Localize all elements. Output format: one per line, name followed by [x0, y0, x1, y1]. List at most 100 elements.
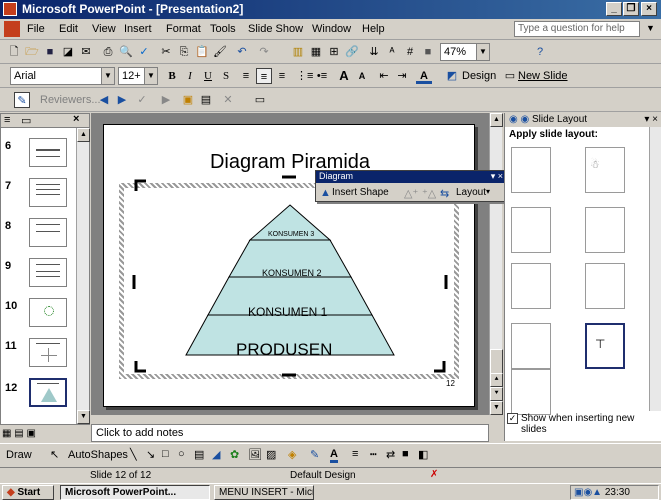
taskbar-powerpoint[interactable]: Microsoft PowerPoint... — [60, 485, 210, 500]
layout-button[interactable]: Layout — [456, 187, 486, 198]
layout-title-diagram-selected[interactable]: ⊤ — [585, 323, 625, 369]
notes-pane[interactable]: Click to add notes — [91, 424, 489, 442]
design-button[interactable]: Design — [462, 70, 496, 82]
bold-icon[interactable]: B — [164, 68, 180, 84]
3d-style-icon[interactable]: ◧ — [418, 448, 428, 461]
menu-slide-show[interactable]: Slide Show — [248, 23, 303, 35]
show-formatting-icon[interactable]: ᴬ — [384, 44, 400, 60]
slides-tab-icon[interactable]: ▭ — [21, 114, 31, 127]
text-box-icon[interactable]: ▤ — [194, 448, 204, 461]
undo-icon[interactable]: ↶ — [234, 44, 250, 60]
scroll-down-icon[interactable]: ▼ — [77, 410, 90, 424]
menu-help[interactable]: Help — [362, 23, 385, 35]
insert-chart-icon[interactable]: ▥ — [290, 44, 306, 60]
oval-icon[interactable]: ○ — [178, 448, 185, 460]
menu-edit[interactable]: Edit — [59, 23, 78, 35]
slide-thumbnail[interactable] — [29, 218, 67, 247]
thumbnail-scrollbar[interactable]: ▲ ▼ — [76, 128, 90, 424]
start-button[interactable]: ◆ Start — [2, 485, 54, 500]
editor-vertical-scrollbar[interactable]: ▲ ⯅ ⯆ ▼ — [489, 113, 503, 415]
pyramid-diagram[interactable] — [104, 125, 476, 408]
clipart-icon[interactable]: 🖼 — [248, 448, 262, 461]
next-slide-icon[interactable]: ⯆ — [490, 387, 503, 401]
expand-all-icon[interactable]: ⇊ — [366, 44, 382, 60]
show-markup-icon[interactable]: ✎ — [14, 92, 30, 108]
permission-icon[interactable]: ◪ — [60, 44, 76, 60]
slide-canvas[interactable]: Diagram Piramida KONSUMEN 3 KONSUMEN 2 K… — [103, 124, 475, 407]
task-pane-scrollbar[interactable] — [649, 127, 661, 411]
underline-icon[interactable]: U — [200, 68, 216, 84]
layout-media-text[interactable] — [585, 263, 625, 309]
outline-tab-icon[interactable]: ≡ — [4, 114, 10, 126]
fill-color-icon[interactable]: ◈ — [288, 448, 296, 461]
open-icon[interactable]: 🗁 — [24, 44, 40, 60]
email-icon[interactable]: ✉ — [78, 44, 94, 60]
menu-tools[interactable]: Tools — [210, 23, 236, 35]
line-style-icon[interactable]: ≡ — [352, 448, 358, 460]
arrow-style-icon[interactable]: ⇄ — [386, 448, 395, 461]
insert-shape-button[interactable]: Insert Shape — [332, 187, 389, 198]
move-shape-forward-icon[interactable]: ⁺△ — [422, 187, 436, 200]
spelling-icon[interactable]: ✓ — [136, 44, 152, 60]
color-grayscale-icon[interactable]: ■ — [420, 44, 436, 60]
shadow-icon[interactable]: S — [218, 68, 234, 84]
line-color-icon[interactable]: ✎ — [310, 448, 319, 461]
edit-comment-icon[interactable]: ▤ — [198, 92, 214, 108]
slide-thumbnail[interactable] — [29, 138, 67, 167]
align-left-icon[interactable]: ≡ — [238, 68, 254, 84]
restore-button[interactable]: ❐ — [623, 2, 639, 16]
increase-indent-icon[interactable]: ⇥ — [394, 68, 410, 84]
layout-clipart-text[interactable]: ☃ — [585, 147, 625, 193]
font-select[interactable]: Arial ▼ — [10, 67, 115, 85]
apply-icon[interactable]: ✓ — [134, 92, 150, 108]
italic-icon[interactable]: I — [182, 68, 198, 84]
slide-thumbnail[interactable] — [29, 338, 67, 367]
close-pane-icon[interactable]: × — [73, 113, 79, 125]
menu-format[interactable]: Format — [166, 23, 201, 35]
font-size-select[interactable]: 12+ ▼ — [118, 67, 158, 85]
delete-comment-icon[interactable]: ▶ — [158, 92, 174, 108]
normal-view-icon[interactable]: ▦ — [2, 428, 11, 439]
tables-borders-icon[interactable]: ⊞ — [326, 44, 342, 60]
new-slide-button[interactable]: New Slide — [518, 70, 568, 82]
slide-sorter-view-icon[interactable]: ▤ — [14, 428, 23, 439]
help-search-input[interactable]: Type a question for help — [514, 21, 640, 37]
picture-icon[interactable]: ▨ — [266, 448, 276, 461]
save-icon[interactable]: ■ — [42, 44, 58, 60]
decrease-font-size-icon[interactable]: A — [354, 68, 370, 84]
show-grid-icon[interactable]: # — [402, 44, 418, 60]
next-item-icon[interactable]: ▶ — [114, 92, 130, 108]
close-icon[interactable]: ▾ × — [644, 114, 658, 125]
slide-show-view-icon[interactable]: ▣ — [26, 428, 35, 439]
delete-icon[interactable]: ✕ — [220, 92, 236, 108]
design-icon[interactable]: ◩ — [444, 68, 460, 84]
paste-icon[interactable]: 📋 — [194, 44, 210, 60]
dash-style-icon[interactable]: ┅ — [370, 448, 377, 461]
print-icon[interactable]: ⎙ — [100, 44, 116, 60]
layout-title-chart[interactable] — [511, 369, 551, 415]
align-center-icon[interactable]: ≡ — [256, 68, 272, 84]
cut-icon[interactable]: ✂ — [158, 44, 174, 60]
layout-text-chart[interactable] — [511, 207, 551, 253]
reverse-diagram-icon[interactable]: ⇆ — [440, 187, 449, 200]
format-painter-icon[interactable]: 🖌 — [212, 44, 228, 60]
wordart-icon[interactable]: ◢ — [212, 448, 220, 461]
redo-icon[interactable]: ↷ — [256, 44, 272, 60]
shadow-style-icon[interactable]: ■ — [402, 448, 409, 460]
layout-chart-text[interactable] — [585, 207, 625, 253]
menu-insert[interactable]: Insert — [124, 23, 152, 35]
draw-menu[interactable]: Draw — [6, 449, 32, 461]
rectangle-icon[interactable]: □ — [162, 448, 169, 460]
scroll-down-icon[interactable]: ▼ — [490, 401, 503, 415]
new-icon[interactable]: 🗋 — [6, 44, 22, 60]
insert-comment-icon[interactable]: ▣ — [180, 92, 196, 108]
diagram-toolbar-titlebar[interactable]: Diagram ▾ × — [316, 171, 506, 183]
numbering-icon[interactable]: ⋮≡ — [296, 68, 313, 84]
slide-thumbnail[interactable] — [29, 298, 67, 327]
menu-window[interactable]: Window — [312, 23, 351, 35]
menu-file[interactable]: File — [27, 23, 45, 35]
insert-hyperlink-icon[interactable]: 🔗 — [344, 44, 360, 60]
insert-table-icon[interactable]: ▦ — [308, 44, 324, 60]
minimize-button[interactable]: _ — [606, 2, 622, 16]
show-layout-checkbox[interactable]: ✓ — [507, 413, 518, 424]
